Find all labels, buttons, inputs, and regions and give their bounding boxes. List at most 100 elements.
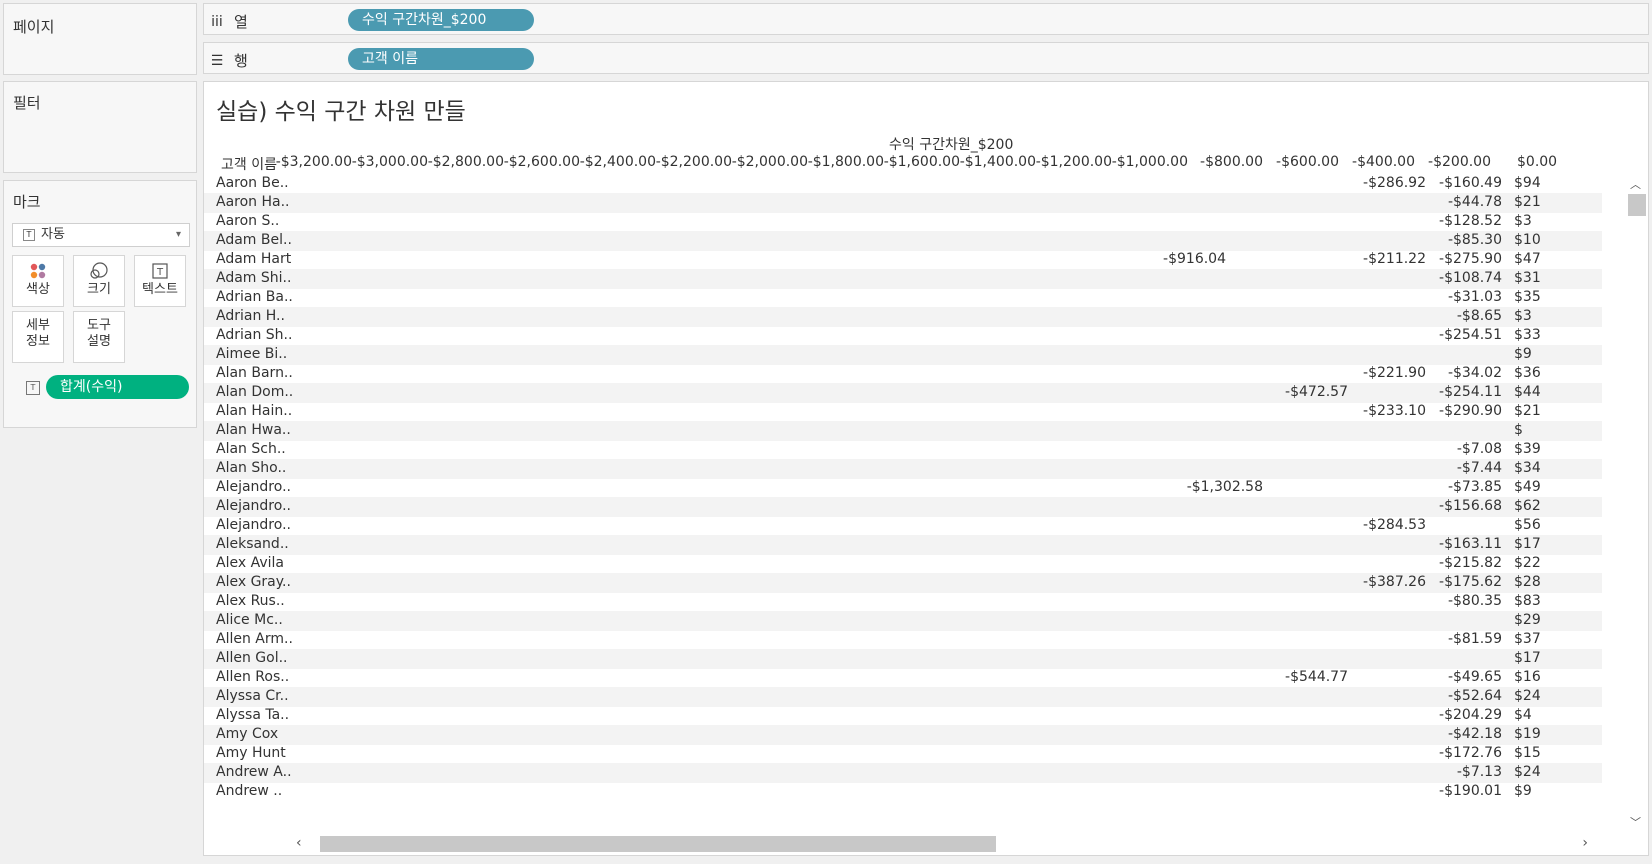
customer-name[interactable]: Allen Ros.. xyxy=(216,669,289,685)
table-row[interactable]: Alex Avila -$215.82 $22 xyxy=(204,554,1602,574)
table-row[interactable]: Allen Ros.. -$544.77 -$49.65 $16 xyxy=(204,668,1602,688)
value-cell[interactable]: -$31.03 xyxy=(1448,289,1502,305)
table-row[interactable]: Amy Hunt -$172.76 $15 xyxy=(204,744,1602,764)
value-cell[interactable]: -$49.65 xyxy=(1448,669,1502,685)
table-row[interactable]: Alan Sho.. -$7.44 $34 xyxy=(204,459,1602,479)
value-cell[interactable]: $94 xyxy=(1514,175,1544,191)
column-header[interactable]: $0.00 xyxy=(1517,154,1557,170)
value-cell[interactable]: $33 xyxy=(1514,327,1544,343)
customer-name[interactable]: Alan Sch.. xyxy=(216,441,286,457)
customer-name[interactable]: Andrew A.. xyxy=(216,764,292,780)
customer-name[interactable]: Aaron S.. xyxy=(216,213,279,229)
table-row[interactable]: Adam Bel.. -$85.30 $10 xyxy=(204,231,1602,251)
scroll-down-icon[interactable]: ﹀ xyxy=(1630,814,1641,830)
table-row[interactable]: Alan Hwa.. $ xyxy=(204,421,1602,441)
column-header[interactable]: -$1,400.00 xyxy=(960,154,1036,170)
table-row[interactable]: Adrian Sh.. -$254.51 $33 xyxy=(204,326,1602,346)
scroll-right-icon[interactable]: › xyxy=(1582,835,1588,851)
value-cell[interactable]: -$7.08 xyxy=(1457,441,1502,457)
customer-name[interactable]: Allen Gol.. xyxy=(216,650,288,666)
value-cell[interactable]: $36 xyxy=(1514,365,1544,381)
table-row[interactable]: Alan Barn.. -$221.90 -$34.02 $36 xyxy=(204,364,1602,384)
value-cell[interactable]: $ xyxy=(1514,422,1544,438)
table-row[interactable]: Andrew .. -$190.01 $9 xyxy=(204,782,1602,802)
value-cell[interactable]: -$52.64 xyxy=(1448,688,1502,704)
table-row[interactable]: Amy Cox -$42.18 $19 xyxy=(204,725,1602,745)
value-cell[interactable]: $56 xyxy=(1514,517,1544,533)
value-cell[interactable]: -$190.01 xyxy=(1439,783,1502,799)
value-cell[interactable]: $21 xyxy=(1514,403,1544,419)
detail-button[interactable]: 세부 정보 xyxy=(12,311,64,363)
filters-panel[interactable]: 필터 xyxy=(3,81,197,173)
value-cell[interactable]: -$387.26 xyxy=(1363,574,1426,590)
table-row[interactable]: Alan Dom.. -$472.57 -$254.11 $44 xyxy=(204,383,1602,403)
column-header[interactable]: -$600.00 xyxy=(1276,154,1339,170)
mark-type-dropdown[interactable]: T 자동 ▾ xyxy=(12,223,190,247)
customer-name[interactable]: Alan Barn.. xyxy=(216,365,293,381)
table-row[interactable]: Adam Hart -$916.04 -$211.22 -$275.90 $47 xyxy=(204,250,1602,270)
customer-name[interactable]: Andrew .. xyxy=(216,783,282,799)
value-cell[interactable]: -$156.68 xyxy=(1439,498,1502,514)
column-header[interactable]: -$1,200.00 xyxy=(1036,154,1112,170)
value-cell[interactable]: -$916.04 xyxy=(1163,251,1226,267)
value-cell[interactable]: -$544.77 xyxy=(1285,669,1348,685)
horizontal-scrollbar[interactable]: ‹ › xyxy=(292,834,1602,854)
rows-pill[interactable]: 고객 이름 xyxy=(348,48,534,70)
value-cell[interactable]: -$286.92 xyxy=(1363,175,1426,191)
value-cell[interactable]: $10 xyxy=(1514,232,1544,248)
value-cell[interactable]: -$233.10 xyxy=(1363,403,1426,419)
customer-name[interactable]: Alan Dom.. xyxy=(216,384,293,400)
value-cell[interactable]: -$128.52 xyxy=(1439,213,1502,229)
customer-name[interactable]: Aimee Bi.. xyxy=(216,346,287,362)
value-cell[interactable]: -$108.74 xyxy=(1439,270,1502,286)
column-header[interactable]: -$2,000.00 xyxy=(732,154,808,170)
customer-name[interactable]: Adam Bel.. xyxy=(216,232,292,248)
value-cell[interactable]: $4 xyxy=(1514,707,1544,723)
value-cell[interactable]: -$290.90 xyxy=(1439,403,1502,419)
table-row[interactable]: Aaron Ha.. -$44.78 $21 xyxy=(204,193,1602,213)
color-button[interactable]: 색상 xyxy=(12,255,64,307)
table-row[interactable]: Alex Gray.. -$387.26 -$175.62 $28 xyxy=(204,573,1602,593)
customer-name[interactable]: Alex Rus.. xyxy=(216,593,285,609)
table-row[interactable]: Alice Mc.. $29 xyxy=(204,611,1602,631)
column-header[interactable]: -$200.00 xyxy=(1428,154,1491,170)
table-row[interactable]: Alyssa Ta.. -$204.29 $4 xyxy=(204,706,1602,726)
table-row[interactable]: Alan Hain.. -$233.10 -$290.90 $21 xyxy=(204,402,1602,422)
tooltip-button[interactable]: 도구 설명 xyxy=(73,311,125,363)
value-cell[interactable]: -$42.18 xyxy=(1448,726,1502,742)
column-header[interactable]: -$1,000.00 xyxy=(1112,154,1188,170)
customer-name[interactable]: Alice Mc.. xyxy=(216,612,283,628)
customer-name[interactable]: Alan Hain.. xyxy=(216,403,292,419)
columns-pill[interactable]: 수익 구간차원_$200 xyxy=(348,9,534,31)
customer-name[interactable]: Adam Shi.. xyxy=(216,270,291,286)
table-row[interactable]: Alejandro.. -$284.53 $56 xyxy=(204,516,1602,536)
value-cell[interactable]: -$472.57 xyxy=(1285,384,1348,400)
value-cell[interactable]: -$284.53 xyxy=(1363,517,1426,533)
value-cell[interactable]: -$204.29 xyxy=(1439,707,1502,723)
value-cell[interactable]: -$7.44 xyxy=(1457,460,1502,476)
column-header[interactable]: -$2,200.00 xyxy=(656,154,732,170)
customer-name[interactable]: Alex Gray.. xyxy=(216,574,291,590)
value-cell[interactable]: $39 xyxy=(1514,441,1544,457)
value-cell[interactable]: -$163.11 xyxy=(1439,536,1502,552)
value-cell[interactable]: $3 xyxy=(1514,213,1544,229)
text-button[interactable]: T 텍스트 xyxy=(134,255,186,307)
value-cell[interactable]: $19 xyxy=(1514,726,1544,742)
customer-name[interactable]: Alan Hwa.. xyxy=(216,422,291,438)
value-cell[interactable]: $28 xyxy=(1514,574,1544,590)
value-cell[interactable]: -$81.59 xyxy=(1448,631,1502,647)
value-cell[interactable]: $3 xyxy=(1514,308,1544,324)
customer-name[interactable]: Adrian H.. xyxy=(216,308,285,324)
column-header[interactable]: -$2,400.00 xyxy=(580,154,656,170)
table-row[interactable]: Allen Gol.. $17 xyxy=(204,649,1602,669)
size-button[interactable]: 크기 xyxy=(73,255,125,307)
table-row[interactable]: Adrian H.. -$8.65 $3 xyxy=(204,307,1602,327)
value-cell[interactable]: -$7.13 xyxy=(1457,764,1502,780)
table-row[interactable]: Alejandro.. -$156.68 $62 xyxy=(204,497,1602,517)
value-cell[interactable]: $17 xyxy=(1514,536,1544,552)
vertical-scrollbar[interactable]: ︿ ﹀ xyxy=(1624,174,1648,834)
customer-name[interactable]: Adrian Ba.. xyxy=(216,289,293,305)
table-row[interactable]: Aleksand.. -$163.11 $17 xyxy=(204,535,1602,555)
value-cell[interactable]: -$254.11 xyxy=(1439,384,1502,400)
value-cell[interactable]: -$172.76 xyxy=(1439,745,1502,761)
